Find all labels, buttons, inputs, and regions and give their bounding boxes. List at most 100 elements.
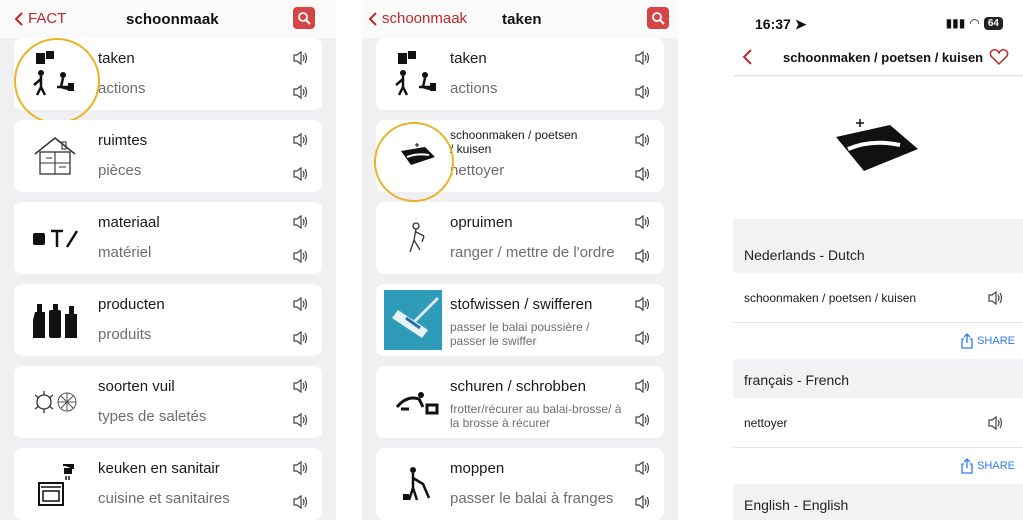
speaker-icon[interactable] bbox=[292, 378, 310, 394]
item-label-dutch: schuren / schrobben bbox=[450, 378, 586, 395]
swiffer-photo-icon bbox=[384, 290, 442, 350]
back-button[interactable]: schoonmaak bbox=[368, 10, 467, 27]
list-item-taken[interactable]: taken actions bbox=[14, 38, 322, 110]
heart-icon bbox=[989, 49, 1009, 66]
item-label-dutch: keuken en sanitair bbox=[98, 460, 220, 477]
house-icon bbox=[24, 128, 86, 184]
list-item-moppen[interactable]: moppen passer le balai à franges bbox=[376, 448, 664, 520]
speaker-icon[interactable] bbox=[292, 166, 310, 182]
mop-person-icon bbox=[386, 456, 448, 512]
speaker-icon[interactable] bbox=[634, 166, 652, 182]
language-section-header: English - English bbox=[744, 497, 849, 513]
speaker-icon[interactable] bbox=[634, 378, 652, 394]
share-icon bbox=[961, 458, 973, 474]
item-label-dutch: materiaal bbox=[98, 214, 160, 231]
list-item-schuren[interactable]: schuren / schrobben frotter/récurer au b… bbox=[376, 366, 664, 438]
item-label-french: pièces bbox=[98, 162, 142, 179]
speaker-icon[interactable] bbox=[634, 330, 652, 346]
item-label-dutch: taken bbox=[98, 50, 135, 67]
speaker-icon[interactable] bbox=[292, 494, 310, 510]
speaker-icon[interactable] bbox=[292, 296, 310, 312]
share-button[interactable]: SHARE bbox=[960, 333, 1015, 349]
speaker-icon[interactable] bbox=[292, 132, 310, 148]
speaker-icon[interactable] bbox=[634, 296, 652, 312]
share-row: SHARE bbox=[733, 323, 1023, 359]
speaker-icon[interactable] bbox=[634, 214, 652, 230]
list-item-producten[interactable]: producten produits bbox=[14, 284, 322, 356]
speaker-icon[interactable] bbox=[292, 50, 310, 66]
item-label-dutch: soorten vuil bbox=[98, 378, 175, 395]
status-bar: 16:37 ➤ ▮▮▮ ◠ 64 bbox=[733, 0, 1023, 40]
back-label: schoonmaak bbox=[382, 10, 468, 27]
cleaning-tools-icon bbox=[24, 210, 86, 266]
speaker-icon[interactable] bbox=[634, 132, 652, 148]
tidy-person-icon bbox=[386, 210, 448, 266]
speaker-icon[interactable] bbox=[292, 330, 310, 346]
speaker-icon[interactable] bbox=[292, 214, 310, 230]
share-label: SHARE bbox=[977, 335, 1015, 347]
item-label-french: actions bbox=[450, 80, 498, 97]
navigation-bar: schoonmaken / poetsen / kuisen bbox=[733, 40, 1023, 76]
speaker-icon[interactable] bbox=[634, 248, 652, 264]
kitchen-icon bbox=[24, 456, 86, 512]
item-label-dutch: opruimen bbox=[450, 214, 513, 231]
share-icon bbox=[961, 333, 973, 349]
item-label-dutch: ruimtes bbox=[98, 132, 148, 149]
page-title: schoonmaken / poetsen / kuisen bbox=[783, 50, 984, 65]
word-detail-screen: 16:37 ➤ ▮▮▮ ◠ 64 schoonmaken / poetsen /… bbox=[733, 0, 1023, 520]
search-button[interactable] bbox=[293, 7, 315, 29]
speaker-icon[interactable] bbox=[292, 84, 310, 100]
category-screen-schoonmaak: FACT schoonmaak taken actions ruimtes pi… bbox=[0, 0, 336, 520]
navigation-bar: FACT schoonmaak bbox=[0, 0, 336, 38]
search-button[interactable] bbox=[647, 7, 669, 29]
favorite-button[interactable] bbox=[989, 48, 1009, 71]
back-button[interactable]: FACT bbox=[14, 10, 66, 27]
navigation-bar: schoonmaak taken bbox=[362, 0, 678, 38]
list-item-opruimen[interactable]: opruimen ranger / mettre de l'ordre bbox=[376, 202, 664, 274]
cleaning-people-icon bbox=[24, 46, 86, 102]
list-item-stofwissen[interactable]: stofwissen / swifferen passer le balai p… bbox=[376, 284, 664, 356]
list-item-keuken-en-sanitair[interactable]: keuken en sanitair cuisine et sanitaires bbox=[14, 448, 322, 520]
item-label-french: frotter/récurer au balai-brosse/ à la br… bbox=[450, 402, 622, 430]
speaker-icon[interactable] bbox=[987, 290, 1005, 306]
item-label-french: actions bbox=[98, 80, 146, 97]
word-illustration bbox=[733, 77, 1023, 219]
list-item-taken[interactable]: taken actions bbox=[376, 38, 664, 110]
back-button[interactable] bbox=[741, 48, 753, 71]
item-label-dutch: producten bbox=[98, 296, 165, 313]
translation-text: nettoyer bbox=[744, 415, 788, 430]
list-item-materiaal[interactable]: materiaal matériel bbox=[14, 202, 322, 274]
list-item-schoonmaken[interactable]: schoonmaken / poetsen / kuisen nettoyer bbox=[376, 120, 664, 192]
scrubbing-person-icon bbox=[386, 374, 448, 430]
speaker-icon[interactable] bbox=[292, 460, 310, 476]
wifi-icon: ◠ bbox=[969, 16, 980, 30]
item-label-dutch: moppen bbox=[450, 460, 505, 477]
speaker-icon[interactable] bbox=[987, 415, 1005, 431]
search-icon bbox=[652, 12, 665, 25]
page-title: schoonmaak bbox=[126, 11, 219, 28]
location-arrow-icon: ➤ bbox=[794, 16, 807, 32]
speaker-icon[interactable] bbox=[634, 494, 652, 510]
signal-icon: ▮▮▮ bbox=[945, 16, 966, 30]
status-time: 16:37 ➤ bbox=[755, 16, 807, 32]
item-label-french: passer le balai à franges bbox=[450, 490, 614, 507]
speaker-icon[interactable] bbox=[292, 248, 310, 264]
share-button[interactable]: SHARE bbox=[960, 458, 1015, 474]
translation-row: nettoyer bbox=[733, 398, 1023, 448]
chevron-left-icon bbox=[368, 11, 377, 26]
item-label-french: matériel bbox=[98, 244, 152, 261]
speaker-icon[interactable] bbox=[634, 84, 652, 100]
share-label: SHARE bbox=[977, 460, 1015, 472]
item-label-french: passer le balai poussière / passer le sw… bbox=[450, 320, 590, 348]
dirt-icon bbox=[24, 374, 86, 430]
speaker-icon[interactable] bbox=[634, 460, 652, 476]
translation-text: schoonmaken / poetsen / kuisen bbox=[744, 290, 917, 305]
speaker-icon[interactable] bbox=[292, 412, 310, 428]
chevron-left-icon bbox=[742, 49, 752, 65]
speaker-icon[interactable] bbox=[634, 412, 652, 428]
list-item-ruimtes[interactable]: ruimtes pièces bbox=[14, 120, 322, 192]
back-label: FACT bbox=[28, 10, 67, 27]
list-item-soorten-vuil[interactable]: soorten vuil types de saletés bbox=[14, 366, 322, 438]
speaker-icon[interactable] bbox=[634, 50, 652, 66]
cleaning-people-icon bbox=[386, 46, 448, 102]
